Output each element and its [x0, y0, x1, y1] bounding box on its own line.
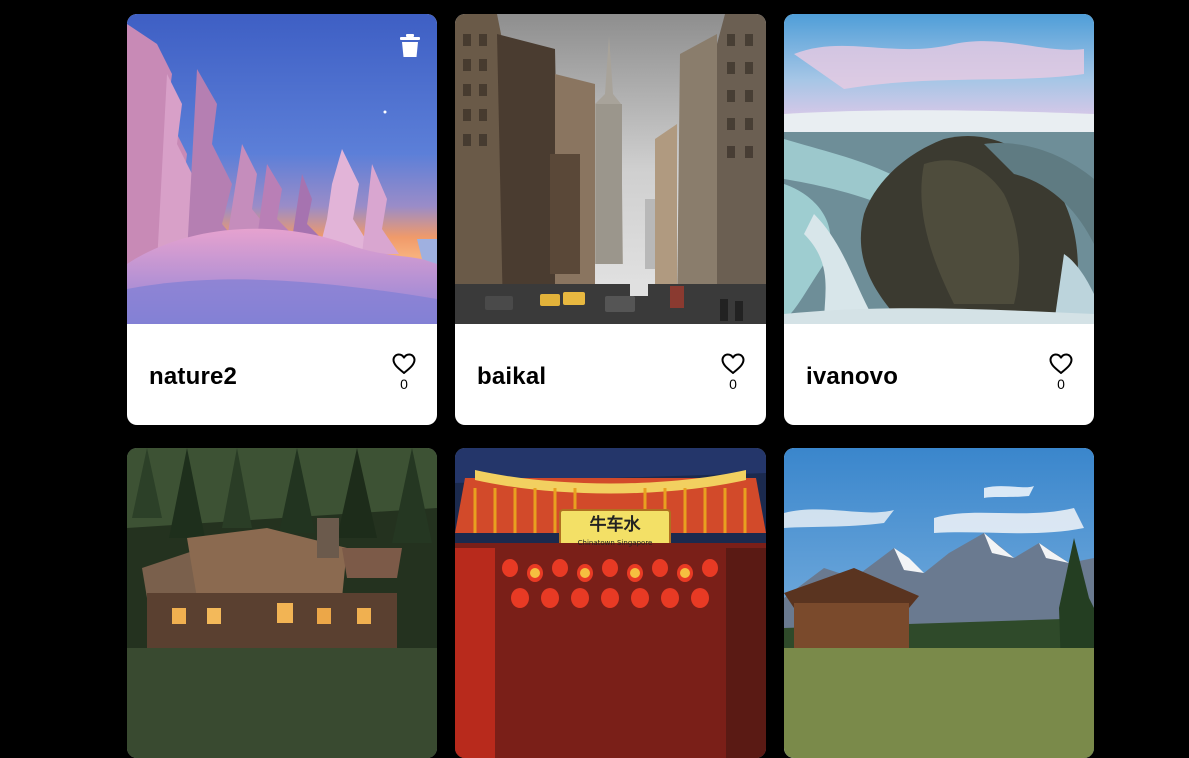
heart-outline-icon[interactable] — [392, 353, 416, 375]
place-photo[interactable]: 牛车水 Chinatown Singapore — [455, 448, 766, 758]
place-card: 牛车水 Chinatown Singapore — [455, 448, 766, 758]
sign-english-text: Chinatown Singapore — [578, 539, 653, 547]
place-card: baikal 0 — [455, 14, 766, 425]
barn-mountains-photo — [784, 448, 1094, 758]
card-footer: ivanovo 0 — [784, 324, 1094, 425]
place-title: baikal — [477, 362, 547, 390]
like-count: 0 — [729, 376, 737, 392]
sign-chinese-text: 牛车水 — [590, 514, 642, 535]
place-photo[interactable] — [127, 14, 437, 324]
place-photo[interactable] — [127, 448, 437, 758]
like-count: 0 — [400, 376, 408, 392]
place-title: ivanovo — [806, 362, 899, 390]
card-footer: nature2 0 — [127, 324, 437, 425]
like-count: 0 — [1057, 376, 1065, 392]
log-cabin-photo — [127, 448, 437, 758]
place-card: nature2 0 — [127, 14, 437, 425]
place-photo[interactable] — [455, 14, 766, 324]
mountain-cliff-photo — [784, 14, 1094, 324]
chinatown-gate-photo: 牛车水 Chinatown Singapore — [455, 448, 766, 758]
trash-icon[interactable] — [399, 34, 421, 58]
winter-forest-photo — [127, 14, 437, 324]
place-photo[interactable] — [784, 14, 1094, 324]
city-street-photo — [455, 14, 766, 324]
place-photo[interactable] — [784, 448, 1094, 758]
card-footer: baikal 0 — [455, 324, 766, 425]
place-card — [127, 448, 437, 758]
places-grid: nature2 0 baikal 0 ivanovo 0 牛车水 Chinato… — [127, 14, 1094, 758]
like-group: 0 — [1048, 353, 1074, 392]
place-title: nature2 — [149, 362, 238, 390]
heart-outline-icon[interactable] — [1049, 353, 1073, 375]
like-group: 0 — [391, 353, 417, 392]
place-card — [784, 448, 1094, 758]
heart-outline-icon[interactable] — [721, 353, 745, 375]
like-group: 0 — [720, 353, 746, 392]
place-card: ivanovo 0 — [784, 14, 1094, 425]
